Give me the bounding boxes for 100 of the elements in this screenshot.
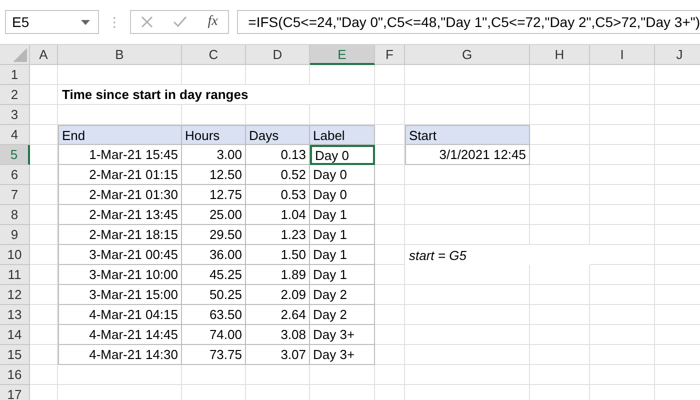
spreadsheet-cell[interactable]	[590, 305, 655, 325]
row-header[interactable]: 5	[0, 145, 30, 165]
table-cell: 29.50	[182, 225, 246, 245]
spreadsheet-cell[interactable]	[530, 285, 590, 305]
spreadsheet-cell[interactable]	[405, 345, 530, 365]
spreadsheet-cell[interactable]	[590, 345, 655, 365]
table-cell: 1.50	[246, 245, 310, 265]
spreadsheet-cell[interactable]	[375, 65, 405, 85]
table-cell: 45.25	[182, 265, 246, 285]
spreadsheet-cell[interactable]	[530, 105, 590, 125]
spreadsheet-cell[interactable]	[405, 325, 530, 345]
spreadsheet-cell[interactable]	[530, 345, 590, 365]
column-header[interactable]: E	[310, 45, 375, 65]
table-cell: Day 3+	[310, 325, 375, 345]
drag-handle-icon[interactable]	[112, 16, 116, 28]
spreadsheet-cell[interactable]	[310, 65, 375, 85]
row-header[interactable]: 7	[0, 185, 30, 205]
name-box[interactable]: E5	[5, 10, 99, 34]
spreadsheet-cell[interactable]	[530, 185, 590, 205]
column-header[interactable]: J	[655, 45, 700, 65]
spreadsheet-cell[interactable]	[590, 85, 655, 105]
row-header[interactable]: 4	[0, 125, 30, 145]
row-header[interactable]: 11	[0, 265, 30, 285]
table-cell: 2.64	[246, 305, 310, 325]
table-cell: 1.89	[246, 265, 310, 285]
spreadsheet-cell[interactable]	[530, 205, 590, 225]
table-cell: 25.00	[182, 205, 246, 225]
spreadsheet-cell[interactable]	[590, 145, 655, 165]
table-cell: 63.50	[182, 305, 246, 325]
spreadsheet-cell[interactable]	[405, 305, 530, 325]
spreadsheet-cell[interactable]	[530, 85, 590, 105]
spreadsheet-cell[interactable]	[405, 65, 530, 85]
table-cell: 1.23	[246, 225, 310, 245]
table-cell: 50.25	[182, 285, 246, 305]
spreadsheet-cell[interactable]	[375, 85, 405, 105]
spreadsheet-cell[interactable]	[590, 285, 655, 305]
row-header[interactable]: 2	[0, 85, 30, 105]
spreadsheet-cell[interactable]	[405, 85, 530, 105]
spreadsheet-cell[interactable]	[590, 365, 655, 385]
table-header-cell: Hours	[182, 125, 246, 145]
column-header[interactable]: B	[58, 45, 182, 65]
column-header[interactable]: C	[182, 45, 246, 65]
spreadsheet-cell[interactable]	[375, 365, 405, 385]
spreadsheet-cell[interactable]	[405, 285, 530, 305]
spreadsheet-cell[interactable]	[590, 105, 655, 125]
table-header-cell: Days	[246, 125, 310, 145]
row-header[interactable]: 14	[0, 325, 30, 345]
column-header[interactable]: I	[590, 45, 655, 65]
row-header[interactable]: 13	[0, 305, 30, 325]
table-cell: 2-Mar-21 01:15	[58, 165, 182, 185]
row-header[interactable]: 9	[0, 225, 30, 245]
row-header[interactable]: 15	[0, 345, 30, 365]
spreadsheet-cell[interactable]	[590, 325, 655, 345]
table-header-cell: Label	[310, 125, 375, 145]
select-all-triangle-icon	[13, 48, 27, 62]
spreadsheet-cell[interactable]	[530, 65, 590, 85]
spreadsheet-cell[interactable]	[530, 325, 590, 345]
spreadsheet-cell[interactable]	[30, 105, 58, 125]
spreadsheet-cell[interactable]	[590, 125, 655, 145]
table-cell: Day 1	[310, 245, 375, 265]
table-cell: 2-Mar-21 18:15	[58, 225, 182, 245]
row-header[interactable]: 16	[0, 365, 30, 385]
spreadsheet-cell[interactable]	[405, 205, 530, 225]
table-cell: Day 0	[310, 165, 375, 185]
row-header[interactable]: 1	[0, 65, 30, 85]
spreadsheet-cell[interactable]	[375, 105, 405, 125]
table-cell: Day 2	[310, 305, 375, 325]
spreadsheet-cell[interactable]	[590, 265, 655, 285]
table-cell: 3-Mar-21 10:00	[58, 265, 182, 285]
formula-field[interactable]: =IFS(C5<=24,"Day 0",C5<=48,"Day 1",C5<=72,"Day 2",C5>72,"Day 3+")	[237, 10, 700, 34]
row-header[interactable]: 10	[0, 245, 30, 265]
spreadsheet-cell[interactable]	[30, 65, 58, 85]
row-header[interactable]: 12	[0, 285, 30, 305]
spreadsheet-cell[interactable]	[590, 65, 655, 85]
table-cell: 12.75	[182, 185, 246, 205]
table-cell: Day 3+	[310, 345, 375, 365]
row-header[interactable]: 3	[0, 105, 30, 125]
column-header[interactable]: F	[375, 45, 405, 65]
spreadsheet-cell[interactable]	[530, 305, 590, 325]
spreadsheet-cell[interactable]	[590, 225, 655, 245]
spreadsheet-cell[interactable]	[30, 365, 58, 385]
row-header[interactable]: 6	[0, 165, 30, 185]
row-header[interactable]: 17	[0, 385, 30, 400]
spreadsheet-cell[interactable]	[530, 365, 590, 385]
column-header[interactable]: G	[405, 45, 530, 65]
insert-function-button[interactable]: fx	[208, 14, 218, 30]
column-header[interactable]: D	[246, 45, 310, 65]
spreadsheet-cell[interactable]	[590, 205, 655, 225]
spreadsheet-cell[interactable]	[590, 165, 655, 185]
spreadsheet-cell[interactable]	[405, 365, 530, 385]
spreadsheet-cell[interactable]	[530, 165, 590, 185]
table-cell: 2-Mar-21 13:45	[58, 205, 182, 225]
spreadsheet-cell[interactable]	[405, 185, 530, 205]
spreadsheet-cell[interactable]	[590, 185, 655, 205]
column-header[interactable]: A	[30, 45, 58, 65]
cancel-icon[interactable]	[140, 16, 153, 28]
select-all-button[interactable]	[0, 45, 30, 65]
row-header[interactable]: 8	[0, 205, 30, 225]
column-header[interactable]: H	[530, 45, 590, 65]
check-icon[interactable]	[173, 16, 188, 28]
